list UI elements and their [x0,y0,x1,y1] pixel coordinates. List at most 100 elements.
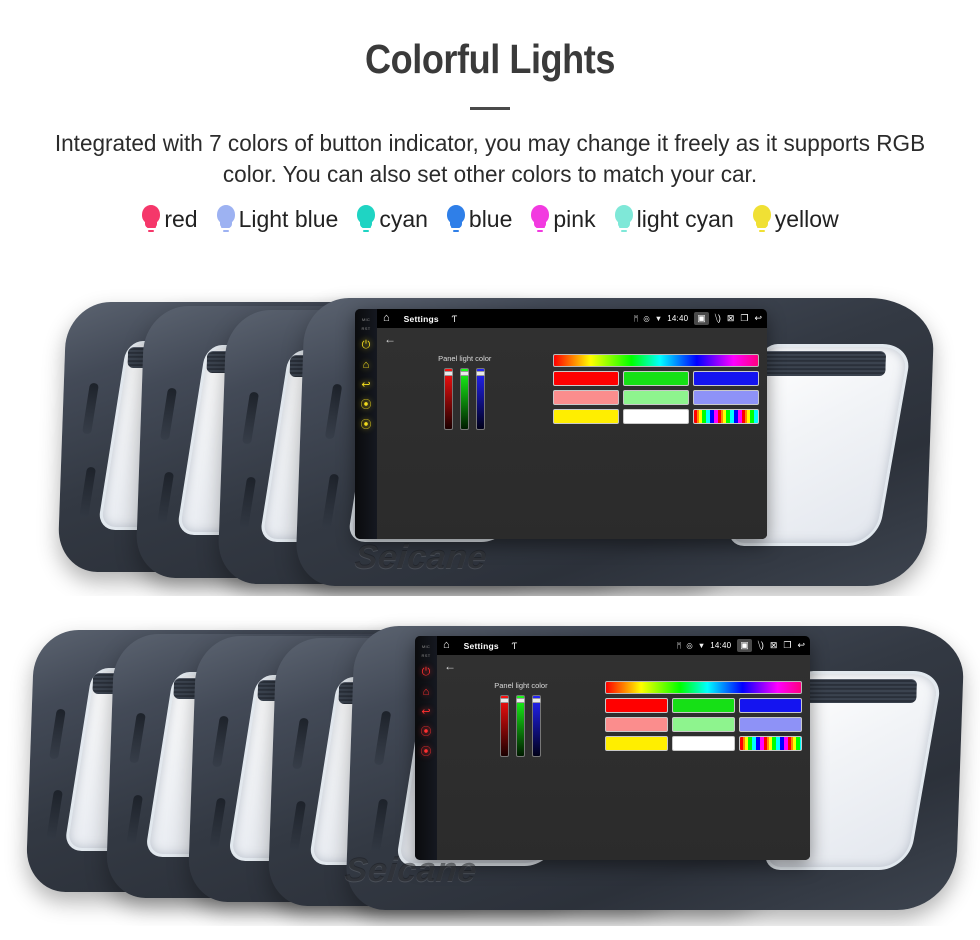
swatch-rainbow[interactable] [738,736,802,751]
volume-icon[interactable]: ⧹) [715,313,721,324]
swatch-periwinkle[interactable] [738,717,802,732]
blue-slider[interactable] [532,695,542,757]
swatch-row [604,717,802,732]
vent-slat [325,384,343,440]
close-box-icon[interactable]: ⊠ [770,640,778,651]
swatch-yellow[interactable] [604,736,668,751]
rgb-slider-group: Panel light color [437,681,605,757]
legend-item-red: red [141,204,198,235]
home-icon[interactable]: ⌂ [443,640,450,651]
vent-slat [129,712,146,764]
settings-content: ← Panel light color [437,655,810,860]
back-button[interactable]: ↩ [361,380,370,391]
swatch-salmon[interactable] [552,390,619,405]
vent-slat [159,387,177,440]
vent-slat [291,718,309,770]
green-slider-thumb[interactable] [460,371,470,376]
legend-item-yellow: yellow [752,204,839,235]
blue-slider-thumb[interactable] [476,371,486,376]
back-arrow-icon[interactable]: ↩ [797,640,805,651]
swatch-blue[interactable] [738,698,802,713]
rainbow-gradient-bar[interactable] [604,681,802,694]
recents-icon[interactable]: ❐ [783,640,791,651]
swatch-lightgreen[interactable] [622,390,689,405]
legend-label: cyan [379,206,428,233]
legend-label: blue [468,206,513,233]
status-bar-title: Settings [463,640,499,651]
android-screen[interactable]: ⌂ Settings Ƭ ᛗ ◎ ▼ 14:40 ▣ ⧹) ⊠ ❐ ↩ ← Panel light col… [377,309,767,539]
volume-down-button[interactable]: ⦿ [421,727,432,738]
swatch-blue[interactable] [692,371,760,386]
mic-label: MIC [421,644,431,649]
bulb-icon [356,204,376,235]
green-slider-thumb[interactable] [516,698,526,703]
power-button[interactable]: ⏻ [422,667,431,678]
swatch-white[interactable] [671,736,735,751]
unit-sidebar: MIC RST ⏻ ⌂ ↩ ⦿ ⦿ [355,309,377,539]
green-slider[interactable] [516,695,526,757]
blue-slider[interactable] [476,368,486,430]
red-slider[interactable] [444,368,454,430]
home-button[interactable]: ⌂ [363,360,370,371]
red-slider-thumb[interactable] [444,371,454,376]
swatch-row [604,736,802,751]
recents-icon[interactable]: ❐ [740,313,748,324]
swatch-lightgreen[interactable] [671,717,735,732]
title-divider [470,107,510,110]
volume-icon[interactable]: ⧹) [758,640,764,651]
legend-item-light-blue: Light blue [216,204,338,235]
swatch-periwinkle[interactable] [692,390,760,405]
wifi-icon: ▼ [697,641,706,650]
bulb-icon [216,204,236,235]
camera-icon[interactable]: ▣ [694,312,709,325]
red-slider-thumb[interactable] [500,698,510,703]
vent-slat [289,801,306,853]
close-box-icon[interactable]: ⊠ [727,313,735,324]
swatch-red[interactable] [604,698,668,713]
volume-up-button[interactable]: ⦿ [361,420,372,431]
microphone-icon[interactable]: Ƭ [452,314,458,324]
swatch-yellow[interactable] [552,409,619,424]
legend-item-pink: pink [530,204,596,235]
mic-label: MIC [361,317,371,322]
vent-slat [126,794,144,846]
back-arrow-icon[interactable]: ← [444,660,456,672]
swatch-rainbow[interactable] [692,409,760,424]
swatch-green[interactable] [622,371,689,386]
vent-slat [208,797,226,850]
bluetooth-icon: ᛗ [633,314,639,323]
volume-up-button[interactable]: ⦿ [421,747,432,758]
red-slider[interactable] [500,695,510,757]
vent-slat [374,710,392,766]
panel-light-color-label: Panel light color [438,354,492,363]
back-button[interactable]: ↩ [421,707,430,718]
back-arrow-icon[interactable]: ← [384,333,396,345]
volume-down-button[interactable]: ⦿ [361,400,372,411]
rainbow-gradient-bar[interactable] [552,354,759,367]
android-screen[interactable]: ⌂ Settings Ƭ ᛗ ◎ ▼ 14:40 ▣ ⧹) ⊠ ❐ ↩ ← Panel light col… [437,636,810,860]
head-unit: MIC RST ⏻ ⌂ ↩ ⦿ ⦿ ⌂ Settings Ƭ ᛗ ◎ ▼ 14:40 ▣ ⧹) ⊠ ❐ ↩ ← Pane… [415,636,810,860]
swatch-red[interactable] [552,371,619,386]
green-slider[interactable] [460,368,470,430]
power-button[interactable]: ⏻ [362,340,371,351]
microphone-icon[interactable]: Ƭ [512,641,518,651]
vent-grille [791,678,918,703]
rgb-slider-group: Panel light color [377,354,553,430]
swatch-white[interactable] [622,409,689,424]
swatch-green[interactable] [671,698,735,713]
vent-grille [755,351,886,376]
legend-label: yellow [774,206,839,233]
swatch-row [552,371,760,386]
page-root: Colorful Lights Integrated with 7 colors… [0,0,980,940]
head-unit: MIC RST ⏻ ⌂ ↩ ⦿ ⦿ ⌂ Settings Ƭ ᛗ ◎ ▼ 14:40 ▣ ⧹) ⊠ ❐ ↩ ← Pane… [355,309,767,539]
bluetooth-icon: ᛗ [676,641,682,650]
back-arrow-icon[interactable]: ↩ [754,313,762,324]
swatch-salmon[interactable] [604,717,668,732]
settings-content: ← Panel light color [377,328,767,539]
home-button[interactable]: ⌂ [423,687,430,698]
sliders-row [500,695,542,757]
home-icon[interactable]: ⌂ [383,313,390,324]
legend-item-cyan: cyan [356,204,428,235]
camera-icon[interactable]: ▣ [737,639,752,652]
blue-slider-thumb[interactable] [532,698,542,703]
